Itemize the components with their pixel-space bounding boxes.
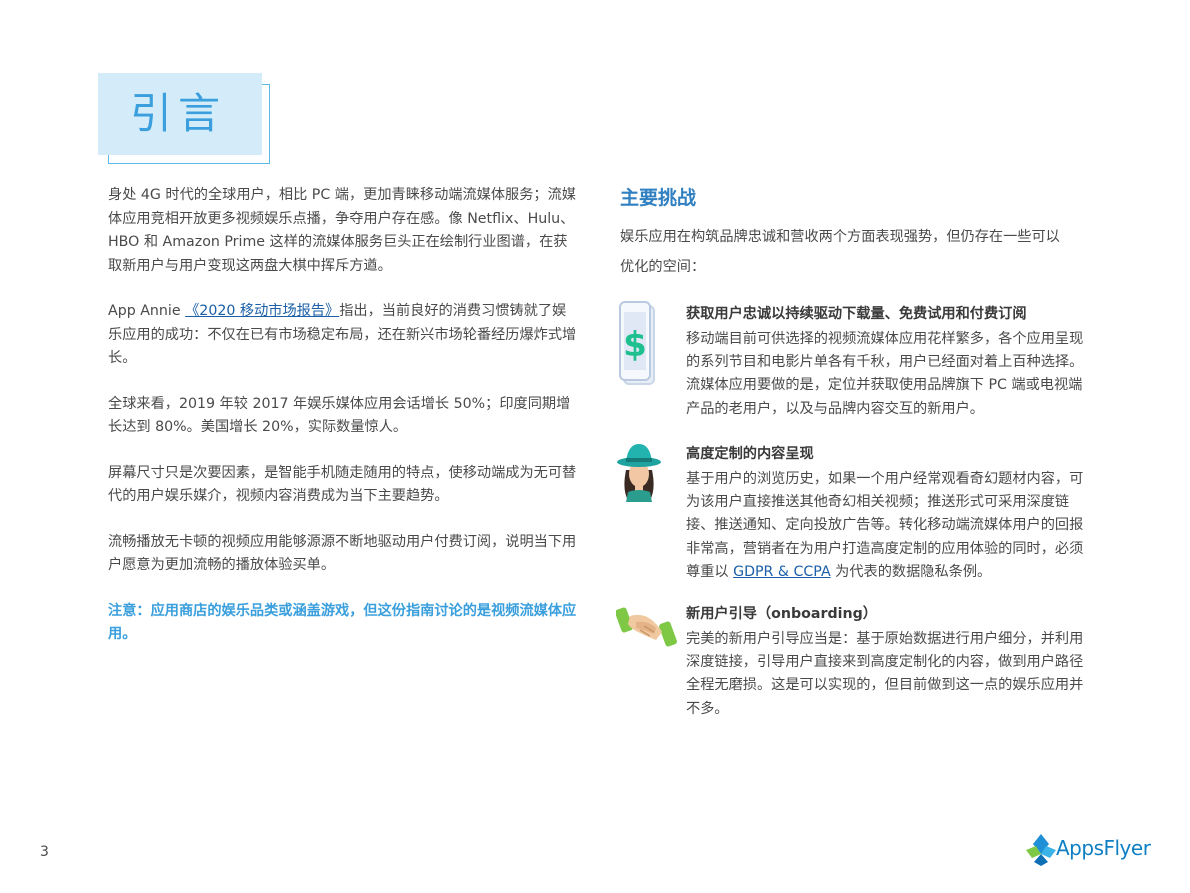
intro-paragraph-3: 全球来看，2019 年较 2017 年娱乐媒体应用会话增长 50%；印度同期增长… xyxy=(108,395,571,436)
intro-paragraph-4: 屏幕尺寸只是次要因素，是智能手机随走随用的特点，使移动端成为无可替代的用户娱乐媒… xyxy=(108,464,577,505)
intro-paragraph-2: App Annie 《2020 移动市场报告》指出，当前良好的消费习惯铸就了娱乐… xyxy=(108,300,578,371)
challenges-intro: 娱乐应用在构筑品牌忠诚和营收两个方面表现强势，但仍存在一些可以优化的空间： xyxy=(620,229,1060,275)
person-hat-icon xyxy=(617,444,661,502)
challenge-item-1: 获取用户忠诚以持续驱动下载量、免费试用和付费订阅 移动端目前可供选择的视频流媒体… xyxy=(686,303,1086,421)
phone-dollar-icon: $ xyxy=(619,301,655,385)
challenge-item-1-title: 获取用户忠诚以持续驱动下载量、免费试用和付费订阅 xyxy=(686,306,1027,322)
challenge-item-2-body-suffix: 为代表的数据隐私条例。 xyxy=(830,563,992,580)
challenge-item-3-body: 完美的新用户引导应当是：基于原始数据进行用户细分，并利用深度链接，引导用户直接来… xyxy=(686,631,1084,717)
intro-paragraph-1: 身处 4G 时代的全球用户，相比 PC 端，更加青睐移动端流媒体服务；流媒体应用… xyxy=(108,187,576,274)
intro-paragraph-2-prefix: App Annie xyxy=(108,303,186,319)
page-title: 引言 xyxy=(130,89,227,138)
appsflyer-logo-text: AppsFlyer xyxy=(1056,836,1151,860)
challenge-item-2-body: 基于用户的浏览历史，如果一个用户经常观看奇幻题材内容，可为该用户直接推送其他奇幻… xyxy=(686,468,1086,584)
challenge-item-2-title: 高度定制的内容呈现 xyxy=(686,446,814,462)
intro-paragraph-5: 流畅播放无卡顿的视频应用能够源源不断地驱动用户付费订阅，说明当下用户愿意为更加流… xyxy=(108,533,577,574)
svg-text:$: $ xyxy=(623,325,647,365)
challenge-item-2: 高度定制的内容呈现 基于用户的浏览历史，如果一个用户经常观看奇幻题材内容，可为该… xyxy=(686,443,1086,584)
challenge-item-3: 新用户引导（onboarding） 完美的新用户引导应当是：基于原始数据进行用户… xyxy=(686,603,1086,721)
page-number: 3 xyxy=(40,844,49,860)
gdpr-ccpa-link[interactable]: GDPR & CCPA xyxy=(733,564,831,580)
challenge-item-3-title: 新用户引导（onboarding） xyxy=(686,606,877,622)
intro-column: 身处 4G 时代的全球用户，相比 PC 端，更加青睐移动端流媒体服务；流媒体应用… xyxy=(108,184,578,669)
note-paragraph: 注意：应用商店的娱乐品类或涵盖游戏，但这份指南讨论的是视频流媒体应用。 xyxy=(108,602,577,643)
handshake-icon xyxy=(616,607,677,647)
challenge-item-1-body: 移动端目前可供选择的视频流媒体应用花样繁多，各个应用呈现的系列节目和电影片单各有… xyxy=(686,331,1084,417)
challenges-heading: 主要挑战 xyxy=(620,187,697,209)
appsflyer-logo-icon xyxy=(1026,834,1056,866)
challenges-column: 主要挑战 娱乐应用在构筑品牌忠诚和营收两个方面表现强势，但仍存在一些可以优化的空… xyxy=(620,184,1080,282)
report-link[interactable]: 《2020 移动市场报告》 xyxy=(185,303,339,319)
